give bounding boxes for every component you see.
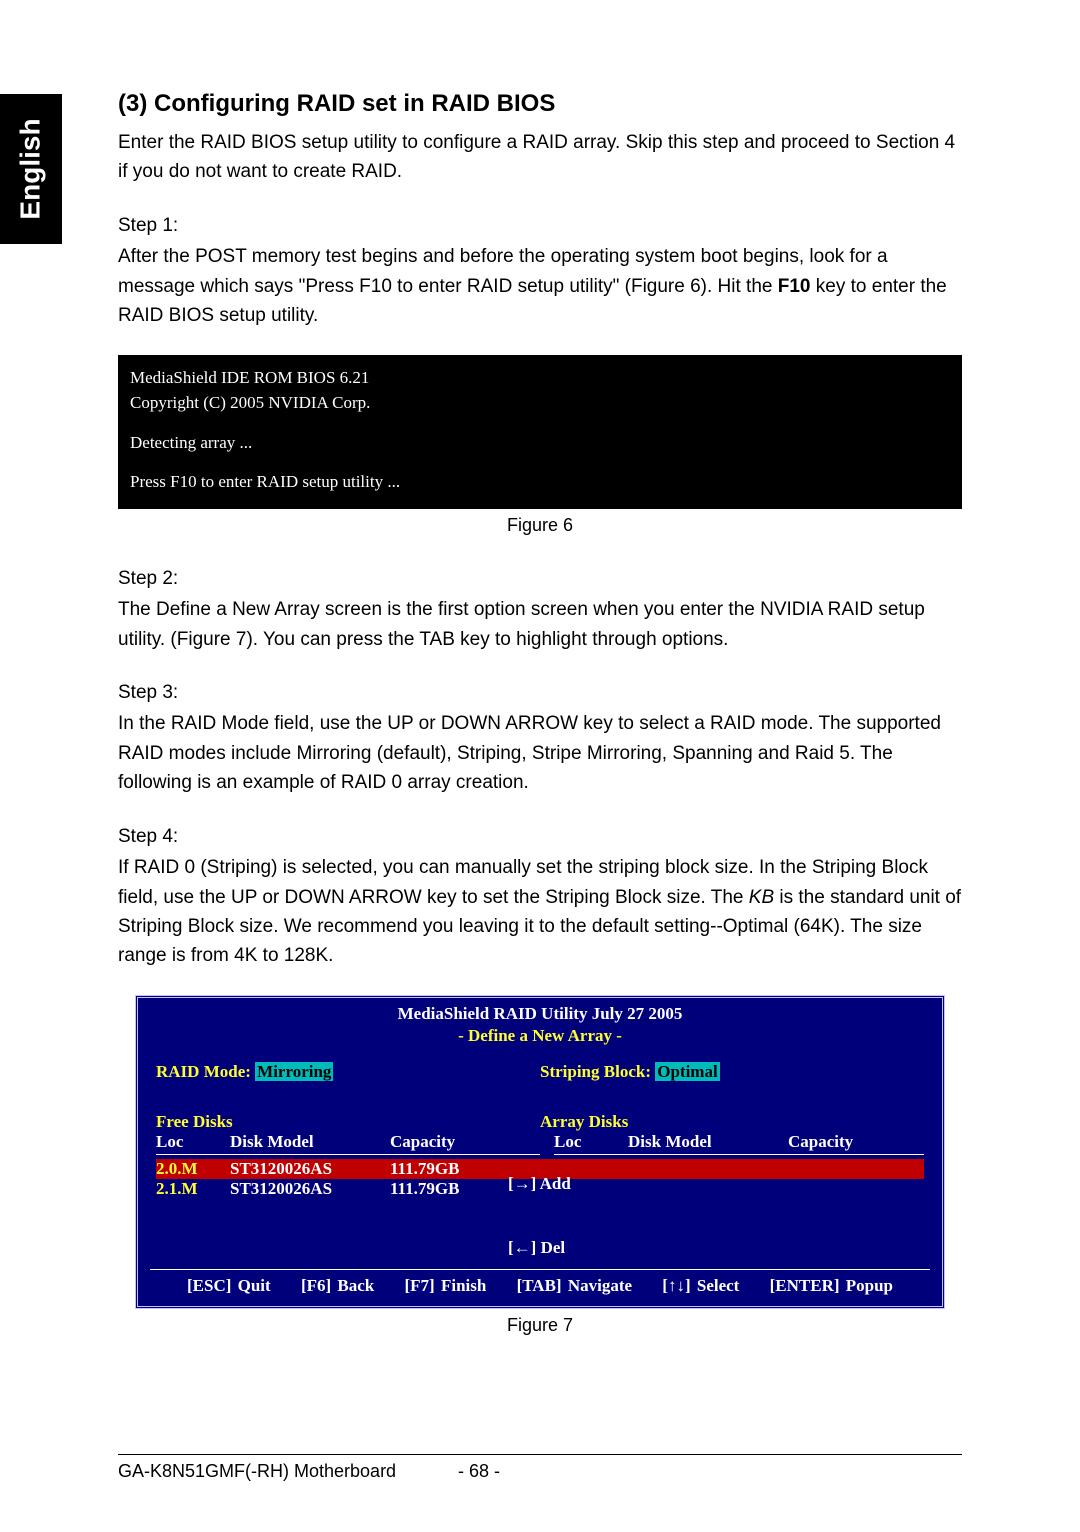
array-disks-block: Array Disks Loc Disk Model Capacity [540, 1112, 924, 1159]
hint-select: [↑↓] Select [662, 1276, 739, 1295]
bios-line1: MediaShield IDE ROM BIOS 6.21 [130, 365, 950, 391]
language-tab-label: English [15, 118, 47, 219]
spacer [130, 455, 950, 469]
intro-paragraph: Enter the RAID BIOS setup utility to con… [118, 128, 962, 187]
raid-util-title: MediaShield RAID Utility July 27 2005 [138, 998, 942, 1026]
bios-line4: Press F10 to enter RAID setup utility ..… [130, 469, 950, 495]
step3-text: In the RAID Mode field, use the UP or DO… [118, 709, 962, 797]
disk-loc: 2.1.M [156, 1179, 230, 1199]
col-model: Disk Model [628, 1132, 788, 1152]
hint-nav: [TAB] Navigate [517, 1276, 632, 1295]
disk-loc: 2.0.M [156, 1159, 230, 1179]
raid-footer-bar: [ESC] Quit [F6] Back [F7] Finish [TAB] N… [150, 1269, 930, 1296]
del-hint: [←] Del [508, 1238, 571, 1258]
raid-mode-value: Mirroring [255, 1062, 333, 1081]
striping-block-field[interactable]: Striping Block: Optimal [540, 1062, 924, 1082]
section-title: (3) Configuring RAID set in RAID BIOS [118, 90, 962, 118]
hint-quit: [ESC] Quit [187, 1276, 271, 1295]
array-disks-heading: Array Disks [540, 1112, 924, 1132]
step4-kb: KB [749, 887, 774, 908]
disk-list[interactable]: 2.0.M ST3120026AS 111.79GB 2.1.M ST31200… [138, 1159, 942, 1269]
col-loc: Loc [554, 1132, 628, 1152]
page-content: (3) Configuring RAID set in RAID BIOS En… [118, 90, 962, 1336]
step1-label: Step 1: [118, 211, 962, 240]
free-cols: Loc Disk Model Capacity [156, 1132, 540, 1155]
footer-board: GA-K8N51GMF(-RH) Motherboard [118, 1461, 458, 1482]
figure6-caption: Figure 6 [118, 515, 962, 536]
add-del-hints: [→] Add [←] Del [508, 1174, 571, 1258]
step2-label: Step 2: [118, 564, 962, 593]
language-tab: English [0, 94, 62, 244]
bios-post-box: MediaShield IDE ROM BIOS 6.21 Copyright … [118, 355, 962, 509]
col-model: Disk Model [230, 1132, 390, 1152]
array-cols: Loc Disk Model Capacity [554, 1132, 924, 1155]
hint-finish: [F7] Finish [405, 1276, 487, 1295]
spacer [130, 416, 950, 430]
footer-page: - 68 - [458, 1461, 578, 1482]
hint-popup: [ENTER] Popup [770, 1276, 893, 1295]
raid-util-subtitle: - Define a New Array - [138, 1026, 942, 1046]
step2-text: The Define a New Array screen is the fir… [118, 595, 962, 654]
raid-mode-field[interactable]: RAID Mode: Mirroring [156, 1062, 540, 1082]
raid-utility-panel: MediaShield RAID Utility July 27 2005 - … [135, 995, 945, 1309]
add-hint: [→] Add [508, 1174, 571, 1194]
step1-text: After the POST memory test begins and be… [118, 242, 962, 330]
disks-headers: Free Disks Loc Disk Model Capacity Array… [138, 1112, 942, 1159]
step4-text: If RAID 0 (Striping) is selected, you ca… [118, 853, 962, 971]
hint-back: [F6] Back [301, 1276, 374, 1295]
disk-cap: 111.79GB [390, 1179, 510, 1199]
mode-row: RAID Mode: Mirroring Striping Block: Opt… [138, 1062, 942, 1082]
col-cap: Capacity [390, 1132, 510, 1152]
step3-label: Step 3: [118, 678, 962, 707]
bios-line2: Copyright (C) 2005 NVIDIA Corp. [130, 390, 950, 416]
free-disks-heading: Free Disks [156, 1112, 540, 1132]
bios-line3: Detecting array ... [130, 430, 950, 456]
page-footer: GA-K8N51GMF(-RH) Motherboard - 68 - [118, 1454, 962, 1482]
striping-label: Striping Block: [540, 1062, 651, 1081]
col-loc: Loc [156, 1132, 230, 1152]
striping-value: Optimal [655, 1062, 719, 1081]
raid-mode-label: RAID Mode: [156, 1062, 251, 1081]
step4-label: Step 4: [118, 822, 962, 851]
figure7-caption: Figure 7 [118, 1315, 962, 1336]
disk-model: ST3120026AS [230, 1159, 390, 1179]
col-cap: Capacity [788, 1132, 908, 1152]
disk-cap: 111.79GB [390, 1159, 510, 1179]
free-disks-block: Free Disks Loc Disk Model Capacity [156, 1112, 540, 1159]
disk-model: ST3120026AS [230, 1179, 390, 1199]
step1-key: F10 [778, 276, 811, 297]
step1-text-a: After the POST memory test begins and be… [118, 246, 888, 296]
